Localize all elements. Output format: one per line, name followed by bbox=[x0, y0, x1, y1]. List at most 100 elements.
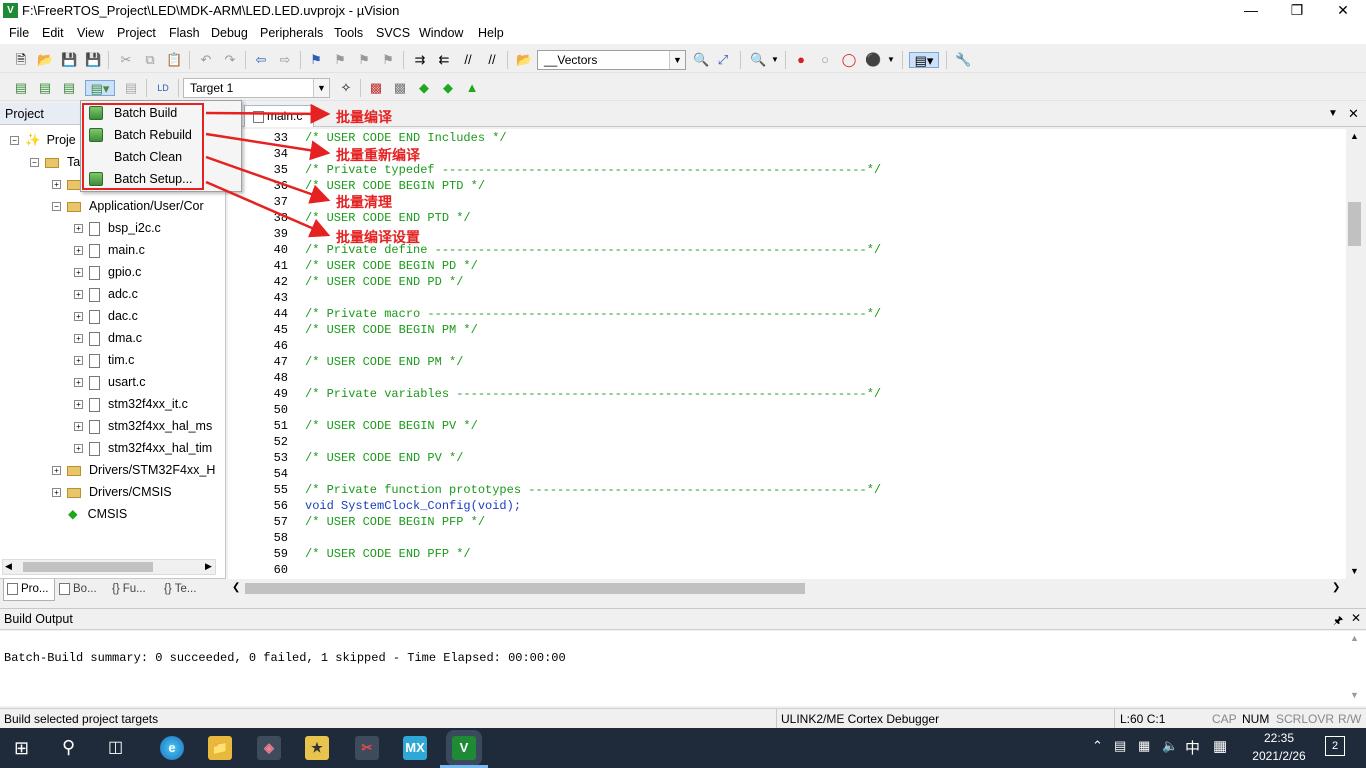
clock-date[interactable]: 2021/2/26 bbox=[1245, 749, 1313, 763]
stop-build-icon[interactable]: ▤ bbox=[123, 80, 139, 96]
file-explorer-icon[interactable]: 📁 bbox=[208, 736, 232, 760]
editor-vscrollbar[interactable]: ▲ ▼ bbox=[1346, 129, 1363, 579]
collapse-icon[interactable]: − bbox=[30, 158, 39, 168]
close-panel-icon[interactable]: ✕ bbox=[1351, 611, 1361, 625]
expand-icon[interactable]: + bbox=[74, 246, 83, 256]
scroll-down-icon[interactable]: ▼ bbox=[1350, 690, 1359, 700]
tree-file[interactable]: + dma.c bbox=[74, 327, 142, 349]
search-icon[interactable]: ⚲ bbox=[62, 737, 75, 758]
find-combo[interactable]: __Vectors ▼ bbox=[537, 50, 686, 70]
notification-center-icon[interactable]: 2 bbox=[1325, 736, 1345, 756]
rebuild-icon[interactable]: ▤ bbox=[61, 80, 77, 96]
snipping-tool-icon[interactable]: ✂ bbox=[355, 736, 379, 760]
project-hscrollbar[interactable]: ◀ ▶ bbox=[2, 559, 216, 575]
manage-project-items-icon[interactable]: ▩ bbox=[368, 80, 384, 96]
scroll-up-icon[interactable]: ▲ bbox=[1350, 131, 1359, 141]
configure-wrench-icon[interactable]: 🔧 bbox=[955, 52, 971, 68]
close-tab-icon[interactable]: ✕ bbox=[1348, 106, 1359, 122]
tab-books[interactable]: Bo... bbox=[57, 579, 107, 601]
tree-file[interactable]: + stm32f4xx_hal_tim bbox=[74, 437, 218, 459]
new-file-icon[interactable]: 🗎 bbox=[13, 52, 29, 68]
scroll-right-icon[interactable]: ❯ bbox=[1332, 582, 1340, 593]
tree-file[interactable]: + bsp_i2c.c bbox=[74, 217, 161, 239]
navigate-back-icon[interactable]: ⇦ bbox=[253, 52, 269, 68]
tab-project[interactable]: Pro... bbox=[3, 579, 55, 601]
tree-file[interactable]: + tim.c bbox=[74, 349, 134, 371]
ime-mode[interactable]: 中 bbox=[1185, 737, 1200, 758]
cut-icon[interactable]: ✂ bbox=[118, 52, 134, 68]
tree-file[interactable]: + stm32f4xx_it.c bbox=[74, 393, 188, 415]
menu-help[interactable]: Help bbox=[478, 26, 504, 40]
tab-functions[interactable]: {} Fu... bbox=[110, 579, 162, 601]
build-output-area[interactable]: Batch-Build summary: 0 succeeded, 0 fail… bbox=[0, 631, 1366, 706]
expand-icon[interactable]: + bbox=[74, 334, 83, 344]
tab-templates[interactable]: {} Te... bbox=[162, 579, 214, 601]
find-in-files-icon[interactable]: 📂 bbox=[516, 52, 532, 68]
tree-file[interactable]: + main.c bbox=[74, 239, 145, 261]
restore-button[interactable]: ❐ bbox=[1274, 0, 1320, 22]
batch-build-dropdown-icon[interactable]: ▤▾ bbox=[85, 80, 115, 96]
paste-icon[interactable]: 📋 bbox=[166, 52, 182, 68]
tab-main-c[interactable]: main.c bbox=[244, 105, 314, 127]
menu-peripherals[interactable]: Peripherals bbox=[260, 26, 323, 40]
chevron-down-icon[interactable]: ▼ bbox=[767, 52, 783, 68]
collapse-icon[interactable]: − bbox=[52, 202, 61, 212]
tab-list-chevron-icon[interactable]: ▼ bbox=[1328, 108, 1338, 119]
tree-node-project[interactable]: − ✨ Proje bbox=[10, 129, 76, 151]
find-replace-icon[interactable]: ⤢ bbox=[715, 52, 731, 68]
menu-tools[interactable]: Tools bbox=[334, 26, 363, 40]
scroll-right-icon[interactable]: ▶ bbox=[205, 561, 212, 572]
run-time-environment-icon[interactable]: ◆ bbox=[416, 80, 432, 96]
debug-search-icon[interactable]: 🔍 bbox=[750, 52, 766, 68]
menu-view[interactable]: View bbox=[77, 26, 104, 40]
scroll-left-icon[interactable]: ◀ bbox=[5, 561, 12, 572]
target-options-icon[interactable]: ✧ bbox=[338, 80, 354, 96]
expand-icon[interactable]: + bbox=[52, 466, 61, 476]
menu-project[interactable]: Project bbox=[117, 26, 156, 40]
software-packs-icon[interactable]: ▲ bbox=[464, 80, 480, 96]
expand-icon[interactable]: + bbox=[74, 356, 83, 366]
expand-icon[interactable]: + bbox=[52, 180, 61, 190]
expand-icon[interactable]: + bbox=[74, 268, 83, 278]
navigate-forward-icon[interactable]: ⇨ bbox=[277, 52, 293, 68]
network-icon[interactable]: ▤ bbox=[1114, 738, 1126, 754]
menu-debug[interactable]: Debug bbox=[211, 26, 248, 40]
expand-icon[interactable]: + bbox=[74, 378, 83, 388]
unindent-icon[interactable]: ⇇ bbox=[436, 52, 452, 68]
chevron-down-icon[interactable]: ▼ bbox=[313, 79, 329, 97]
input-method-icon[interactable]: ▦ bbox=[1138, 738, 1150, 754]
scroll-thumb[interactable] bbox=[245, 583, 805, 594]
menu-window[interactable]: Window bbox=[419, 26, 463, 40]
collapse-icon[interactable]: − bbox=[10, 136, 19, 146]
bookmark-icon[interactable]: ⚑ bbox=[308, 52, 324, 68]
expand-icon[interactable]: + bbox=[74, 444, 83, 454]
tree-file[interactable]: + stm32f4xx_hal_ms bbox=[74, 415, 212, 437]
scroll-thumb[interactable] bbox=[23, 562, 153, 572]
scroll-up-icon[interactable]: ▲ bbox=[1350, 633, 1359, 643]
expand-icon[interactable]: + bbox=[52, 488, 61, 498]
expand-icon[interactable]: + bbox=[74, 224, 83, 234]
next-bookmark-icon[interactable]: ⚑ bbox=[356, 52, 372, 68]
chevron-down-icon[interactable]: ▼ bbox=[883, 52, 899, 68]
tree-file[interactable]: + dac.c bbox=[74, 305, 138, 327]
tree-file[interactable]: + usart.c bbox=[74, 371, 146, 393]
close-button[interactable]: ✕ bbox=[1320, 0, 1366, 22]
ime-grid-icon[interactable]: ▦ bbox=[1213, 737, 1227, 755]
expand-icon[interactable]: + bbox=[74, 400, 83, 410]
tree-node-target[interactable]: − Ta bbox=[30, 151, 80, 173]
tree-node-drivers-cmsis[interactable]: + Drivers/CMSIS bbox=[52, 481, 172, 503]
indent-icon[interactable]: ⇉ bbox=[412, 52, 428, 68]
menu-file[interactable]: File bbox=[9, 26, 29, 40]
redo-icon[interactable]: ↷ bbox=[222, 52, 238, 68]
disable-all-breakpoints-icon[interactable]: ◯ bbox=[841, 52, 857, 68]
show-hidden-icons-icon[interactable]: ⌃ bbox=[1092, 738, 1103, 754]
clear-bookmarks-icon[interactable]: ⚑ bbox=[380, 52, 396, 68]
tree-node-drivers-hal[interactable]: + Drivers/STM32F4xx_H bbox=[52, 459, 218, 481]
scroll-thumb[interactable] bbox=[1348, 202, 1361, 246]
expand-icon[interactable]: + bbox=[74, 312, 83, 322]
window-layout-icon[interactable]: ▤▾ bbox=[909, 52, 939, 68]
clock-time[interactable]: 22:35 bbox=[1250, 731, 1308, 745]
incremental-find-icon[interactable]: 🔍 bbox=[693, 52, 709, 68]
tree-file[interactable]: + gpio.c bbox=[74, 261, 141, 283]
tree-node-cmsis[interactable]: ◆ CMSIS bbox=[68, 503, 127, 525]
